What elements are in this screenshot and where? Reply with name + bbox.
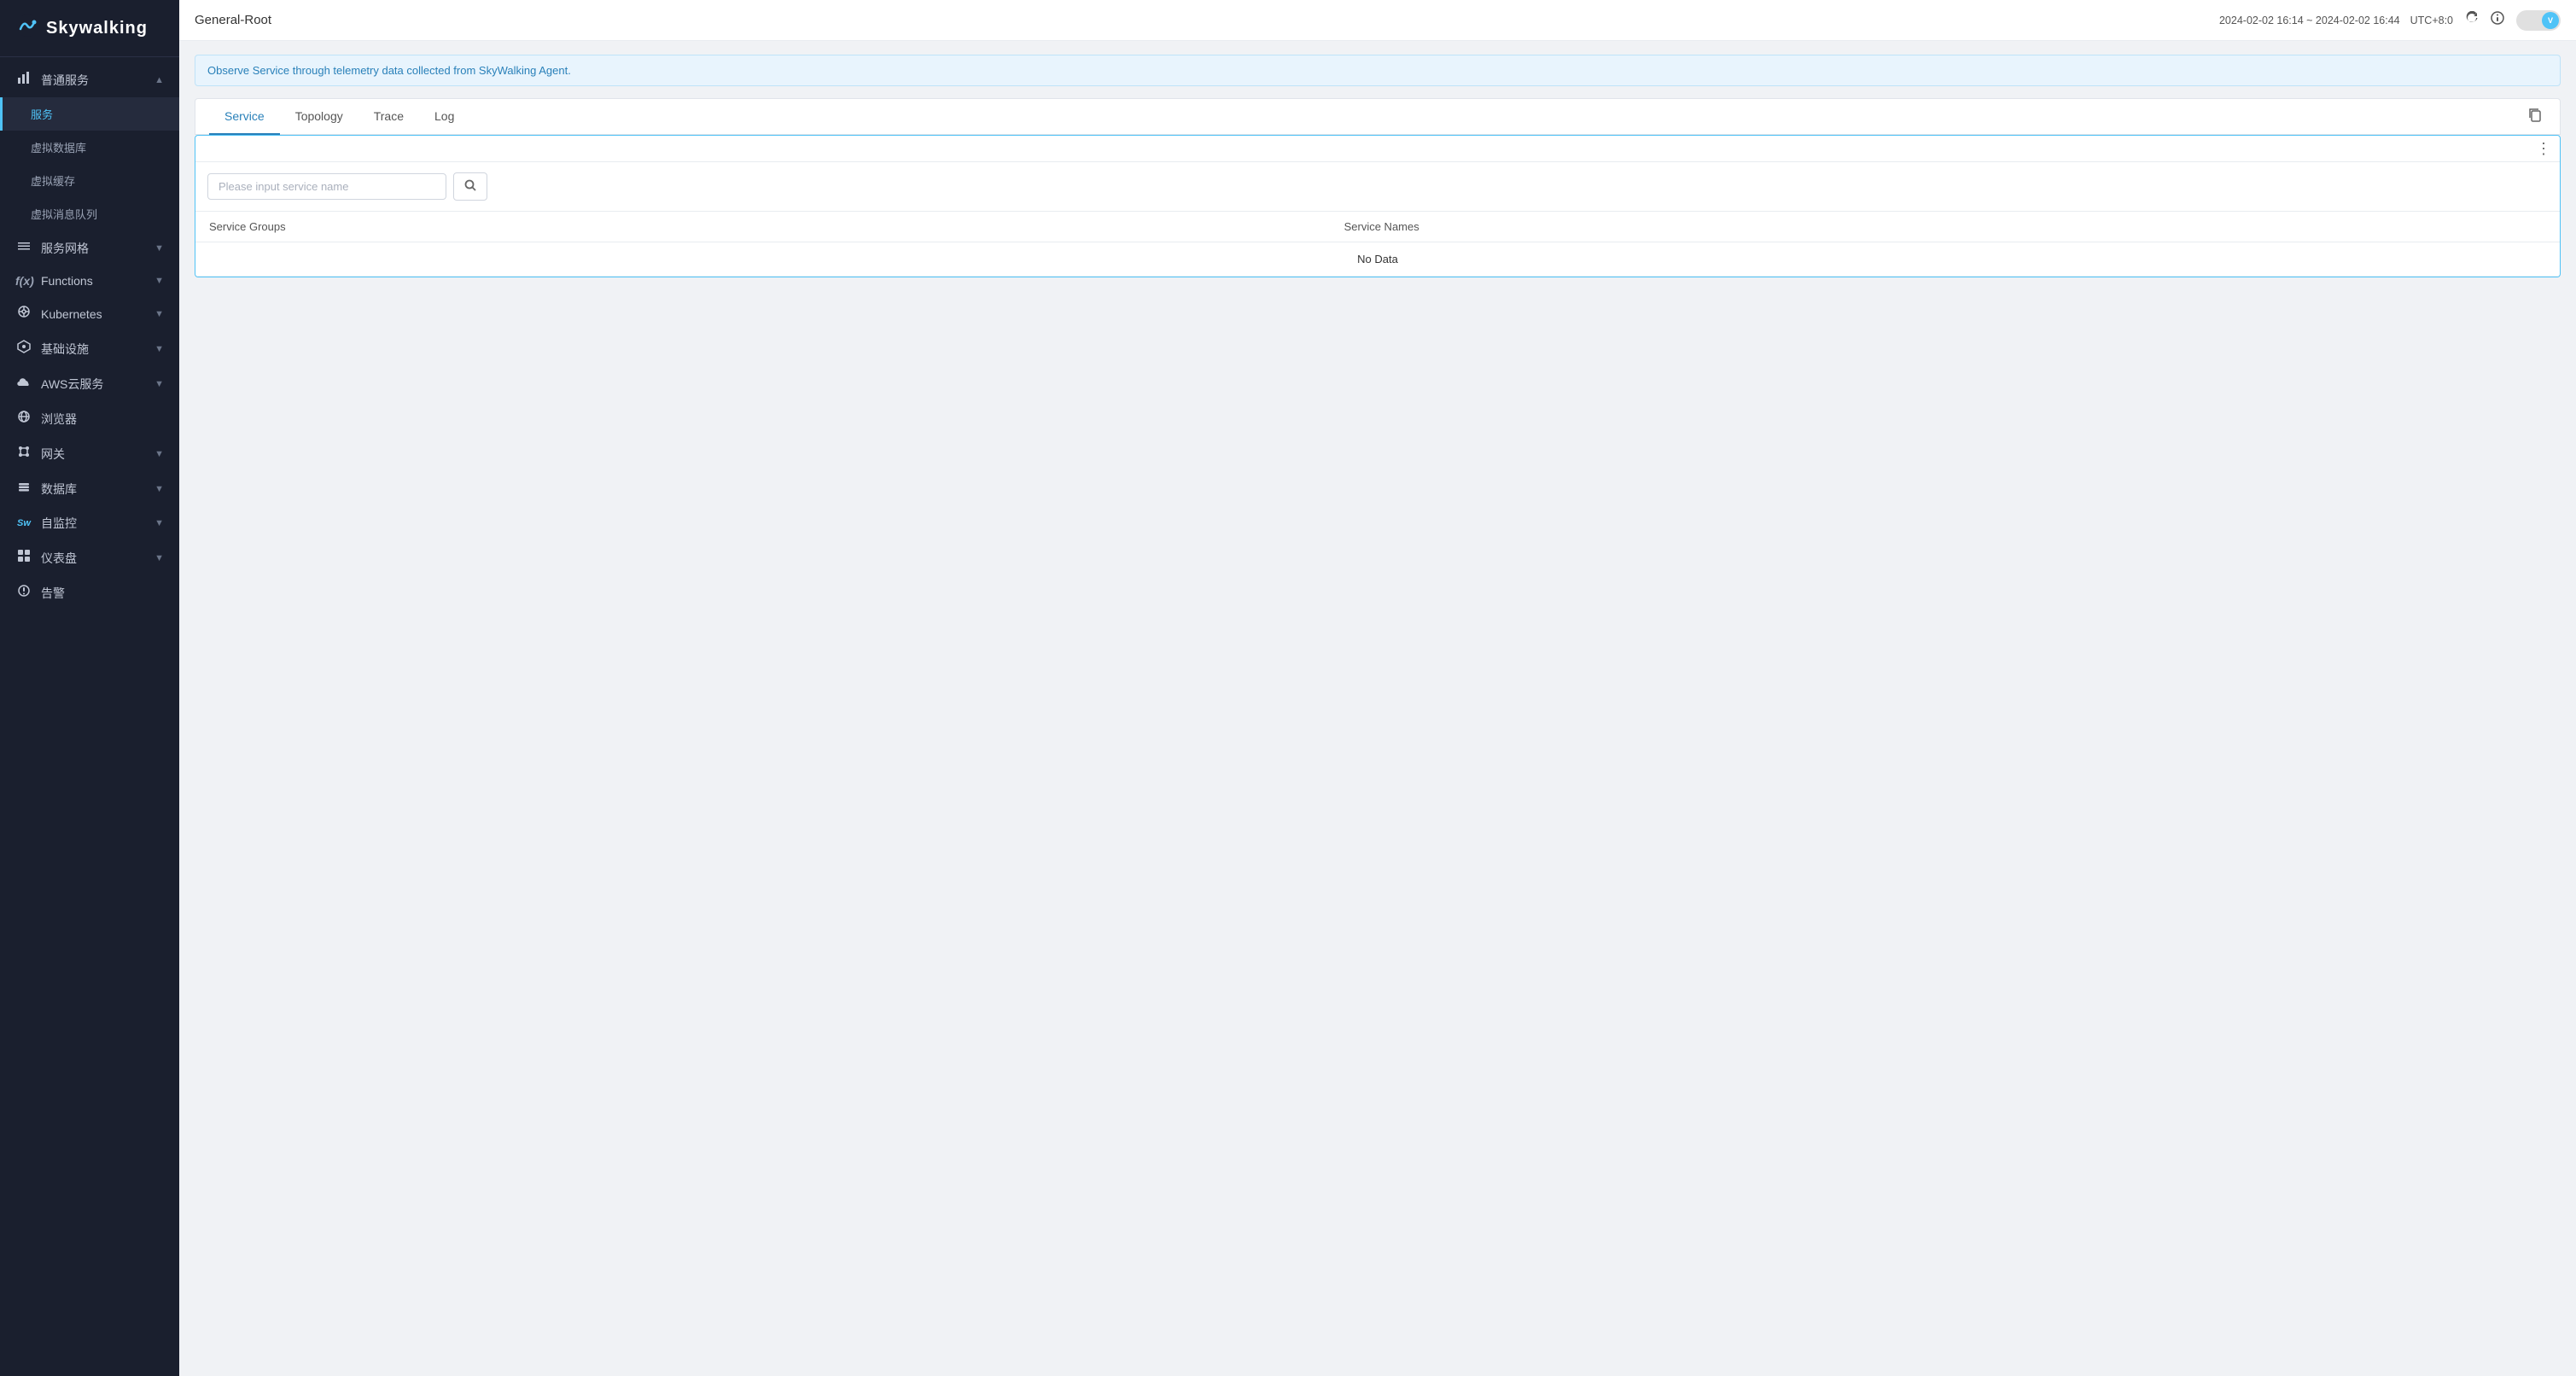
sidebar-label-dashboard: 仪表盘	[41, 550, 77, 567]
chart-bar-icon	[15, 71, 32, 89]
topbar-right: 2024-02-02 16:14 ~ 2024-02-02 16:44 UTC+…	[2219, 9, 2561, 31]
sidebar-label-general-services: 普通服务	[41, 72, 89, 89]
tab-trace[interactable]: Trace	[358, 99, 419, 135]
more-options-button[interactable]: ⋮	[2536, 141, 2551, 156]
tab-service[interactable]: Service	[209, 99, 280, 135]
service-card: ⋮ Service Groups Service Names	[195, 135, 2561, 277]
search-bar	[195, 162, 2560, 212]
chevron-down-icon-9: ▼	[154, 553, 164, 563]
content-area: Observe Service through telemetry data c…	[179, 41, 2576, 1376]
service-search-input[interactable]	[207, 173, 446, 200]
no-data-row: No Data	[195, 242, 2560, 277]
sidebar-nav: 普通服务 ▲ 服务 虚拟数据库 虚拟缓存 虚拟消息队列 服务网格 ▼	[0, 57, 179, 615]
functions-icon: f(x)	[15, 274, 32, 288]
mesh-icon	[15, 239, 32, 257]
sidebar-label-database: 数据库	[41, 481, 77, 498]
tab-log-label: Log	[434, 109, 454, 123]
tab-log[interactable]: Log	[419, 99, 469, 135]
tab-topology-label: Topology	[295, 109, 343, 123]
topbar: General-Root 2024-02-02 16:14 ~ 2024-02-…	[179, 0, 2576, 41]
cloud-icon	[15, 375, 32, 393]
sidebar-item-infrastructure[interactable]: 基础设施 ▼	[0, 331, 179, 366]
sidebar: Skywalking 普通服务 ▲ 服务 虚拟数据库 虚拟缓存 虚拟消息队列	[0, 0, 179, 1376]
timezone: UTC+8:0	[2410, 15, 2453, 26]
sidebar-item-self-monitor[interactable]: Sw 自监控 ▼	[0, 506, 179, 540]
sidebar-item-virtual-mq[interactable]: 虚拟消息队列	[0, 197, 179, 230]
tabs-bar: Service Topology Trace Log	[195, 99, 2560, 135]
info-bar-text: Observe Service through telemetry data c…	[207, 64, 571, 77]
sidebar-item-virtual-db[interactable]: 虚拟数据库	[0, 131, 179, 164]
chevron-down-icon-3: ▼	[154, 309, 164, 319]
self-monitor-icon: Sw	[15, 518, 32, 528]
database-icon	[15, 480, 32, 498]
sidebar-label-gateway: 网关	[41, 446, 65, 463]
sidebar-item-services[interactable]: 服务	[0, 97, 179, 131]
chevron-down-icon: ▼	[154, 243, 164, 254]
sidebar-label-browser: 浏览器	[41, 411, 77, 428]
globe-icon	[15, 410, 32, 428]
sidebar-item-dashboard[interactable]: 仪表盘 ▼	[0, 540, 179, 575]
info-button[interactable]	[2489, 9, 2506, 31]
page-title: General-Root	[195, 13, 271, 27]
col-header-service-groups: Service Groups	[195, 212, 1331, 242]
alert-icon	[15, 584, 32, 602]
sidebar-item-functions[interactable]: f(x) Functions ▼	[0, 265, 179, 296]
chevron-down-icon-8: ▼	[154, 518, 164, 528]
info-bar: Observe Service through telemetry data c…	[195, 55, 2561, 86]
chevron-down-icon-4: ▼	[154, 344, 164, 354]
infrastructure-icon	[15, 340, 32, 358]
sidebar-item-alert[interactable]: 告警	[0, 575, 179, 610]
sidebar-label-services: 服务	[31, 106, 53, 122]
toggle-knob: V	[2542, 12, 2559, 29]
sidebar-item-kubernetes[interactable]: Kubernetes ▼	[0, 296, 179, 331]
main-content: General-Root 2024-02-02 16:14 ~ 2024-02-…	[179, 0, 2576, 1376]
sidebar-label-virtual-db: 虚拟数据库	[31, 139, 86, 155]
sidebar-label-self-monitor: 自监控	[41, 515, 77, 532]
sidebar-label-virtual-mq: 虚拟消息队列	[31, 206, 97, 222]
sidebar-label-aws: AWS云服务	[41, 376, 103, 393]
chevron-down-icon-7: ▼	[154, 484, 164, 494]
sidebar-label-infrastructure: 基础设施	[41, 341, 89, 358]
tab-service-label: Service	[224, 109, 265, 123]
skywalking-logo-icon	[15, 14, 39, 43]
sidebar-item-aws-cloud[interactable]: AWS云服务 ▼	[0, 366, 179, 401]
sidebar-item-service-mesh[interactable]: 服务网格 ▼	[0, 230, 179, 265]
copy-button[interactable]	[2524, 100, 2546, 133]
no-data-cell: No Data	[195, 242, 2560, 277]
sidebar-label-functions: Functions	[41, 274, 93, 288]
time-range: 2024-02-02 16:14 ~ 2024-02-02 16:44	[2219, 15, 2400, 26]
sidebar-logo-text: Skywalking	[46, 19, 148, 38]
sidebar-label-service-mesh: 服务网格	[41, 240, 89, 257]
sidebar-label-virtual-cache: 虚拟缓存	[31, 172, 75, 189]
chevron-down-icon-2: ▼	[154, 276, 164, 286]
sidebar-item-general-services[interactable]: 普通服务 ▲	[0, 62, 179, 97]
tab-topology[interactable]: Topology	[280, 99, 358, 135]
search-button[interactable]	[453, 172, 487, 201]
tab-trace-label: Trace	[374, 109, 404, 123]
kubernetes-icon	[15, 305, 32, 323]
sidebar-item-database[interactable]: 数据库 ▼	[0, 471, 179, 506]
sidebar-item-gateway[interactable]: 网关 ▼	[0, 436, 179, 471]
chevron-down-icon-5: ▼	[154, 379, 164, 389]
service-table: Service Groups Service Names No Data	[195, 212, 2560, 277]
sidebar-item-browser[interactable]: 浏览器	[0, 401, 179, 436]
gateway-icon	[15, 445, 32, 463]
dashboard-icon	[15, 549, 32, 567]
chevron-up-icon: ▲	[154, 75, 164, 85]
sidebar-label-alert: 告警	[41, 585, 65, 602]
refresh-button[interactable]	[2463, 9, 2480, 31]
sidebar-label-kubernetes: Kubernetes	[41, 307, 102, 321]
chevron-down-icon-6: ▼	[154, 449, 164, 459]
sidebar-logo: Skywalking	[0, 0, 179, 57]
view-toggle[interactable]: V	[2516, 10, 2561, 31]
toggle-label: V	[2548, 16, 2553, 25]
sidebar-item-virtual-cache[interactable]: 虚拟缓存	[0, 164, 179, 197]
topbar-icons	[2463, 9, 2506, 31]
col-header-service-names: Service Names	[1331, 212, 2560, 242]
